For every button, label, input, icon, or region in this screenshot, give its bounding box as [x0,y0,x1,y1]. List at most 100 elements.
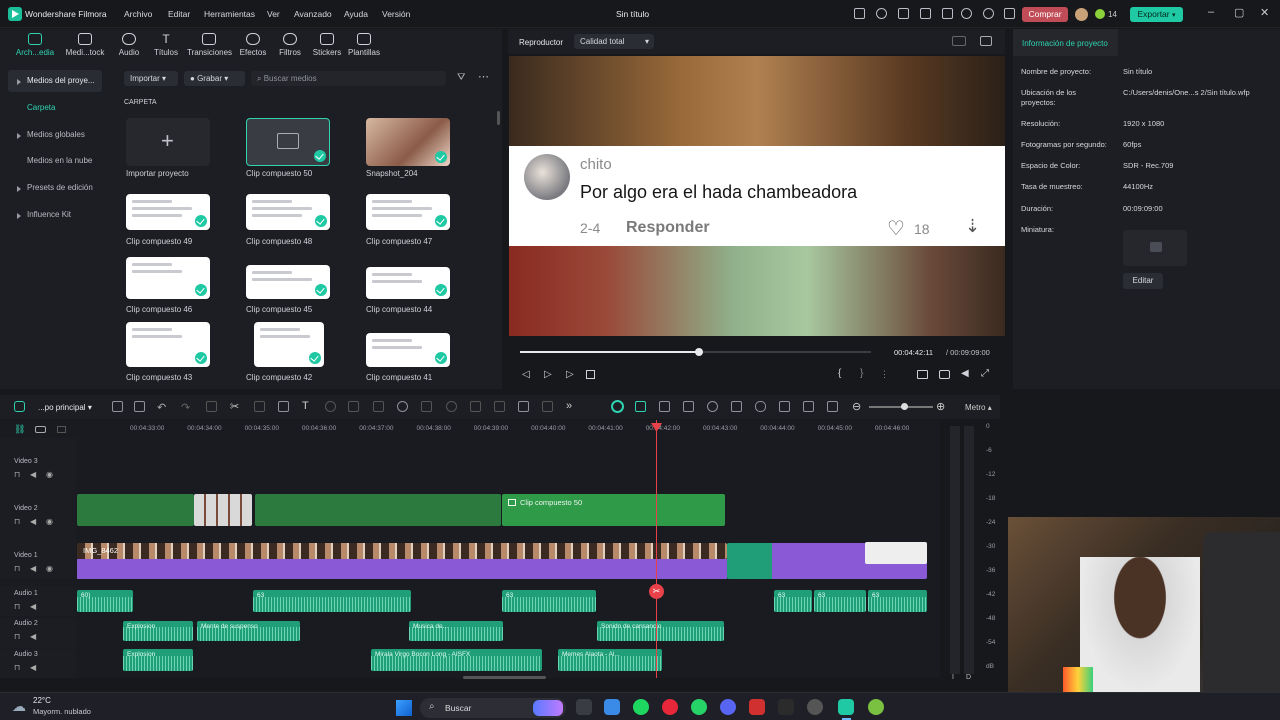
playhead[interactable] [656,420,657,678]
sidebar-item-influence-kit[interactable]: Influence Kit [8,204,102,226]
play-pause-icon[interactable]: ▷ [544,369,552,380]
audio2-clip[interactable]: Mente de suspenso [197,621,300,641]
discord-icon[interactable] [720,699,736,715]
audio1-clip[interactable]: 63 [868,590,927,612]
color-icon[interactable] [325,401,336,412]
taskbar-search[interactable]: ⌕ Buscar [420,698,566,718]
link-icon[interactable]: ⛓ [14,424,25,435]
zoom-in-icon[interactable]: ⊕ [936,400,945,413]
mark-out-icon[interactable]: } [860,368,863,379]
prev-frame-icon[interactable]: ◁ [522,369,530,380]
media-tile[interactable] [366,194,450,230]
minimize-icon[interactable]: – [1208,6,1214,18]
menu-ayuda[interactable]: Ayuda [344,9,368,19]
zoom-handle[interactable] [901,403,908,410]
close-icon[interactable]: ✕ [1260,6,1269,19]
media-tile[interactable] [246,194,330,230]
timeline-scrollbar[interactable] [463,676,546,679]
menu-avanzado[interactable]: Avanzado [294,9,332,19]
mark-in-icon[interactable]: { [838,368,841,379]
media-tile[interactable] [366,333,450,367]
compare-icon[interactable] [952,36,966,46]
eye-icon[interactable]: ◉ [46,470,53,479]
video2-clip[interactable] [194,494,252,526]
tool-stock[interactable]: Medi...tock [63,33,107,57]
stop-icon[interactable] [586,370,595,379]
stabilize-icon[interactable] [421,401,432,412]
media-tile[interactable] [254,322,324,367]
home-icon[interactable] [14,401,25,412]
crop-icon[interactable] [254,401,265,412]
sidebar-item-cloud-media[interactable]: Medios en la nube [8,150,102,172]
edit-thumbnail-button[interactable]: Editar [1123,273,1163,289]
video2-clip[interactable] [255,494,501,526]
menu-archivo[interactable]: Archivo [124,9,152,19]
audio3-clip[interactable]: Mirala Virgo Bocon Long - AISFX [371,649,542,671]
split-marker-icon[interactable]: ✂ [649,584,664,599]
snapshot-icon[interactable] [980,36,992,46]
mask-icon[interactable] [373,401,384,412]
menu-editar[interactable]: Editar [168,9,190,19]
search-box[interactable]: ⌕ Buscar medios [251,71,446,86]
volume-icon[interactable]: ◀ [30,663,36,672]
camera-icon[interactable] [939,370,950,379]
tab-player[interactable]: Reproductor [519,38,563,47]
eye-icon[interactable]: ◉ [46,564,53,573]
layout-icon[interactable] [827,401,838,412]
avatar[interactable] [1075,8,1088,21]
opera-icon[interactable] [662,699,678,715]
cloud-icon[interactable] [961,8,972,19]
scrollbar[interactable] [497,111,500,125]
record-dropdown[interactable]: ● Grabar ▾ [184,71,245,86]
volume-icon[interactable]: ◀ [961,368,969,379]
track-settings-icon[interactable] [35,426,46,433]
fullscreen-icon[interactable]: ⤢ [981,368,989,379]
text-icon[interactable]: T [302,400,309,412]
audio1-clip[interactable]: 63 [774,590,812,612]
import-dropdown[interactable]: Importar ▾ [124,71,178,86]
menu-herramientas[interactable]: Herramientas [204,9,255,19]
audio2-clip[interactable]: Musica de... [409,621,503,641]
tracking-icon[interactable] [470,401,481,412]
volume-icon[interactable]: ◀ [30,517,36,526]
monitor-icon[interactable] [920,8,931,19]
weather-icon[interactable]: ☁ [12,698,26,715]
play-icon[interactable]: ▷ [566,369,574,380]
media-tile[interactable] [126,194,210,230]
quality-select[interactable]: Calidad total ▾ [574,34,654,49]
tool-templates[interactable]: Plantillas [342,33,386,57]
sidebar-item-edit-presets[interactable]: Presets de edición [8,177,102,199]
audio-mix-icon[interactable] [779,401,790,412]
audio2-clip[interactable]: Sonido de cansancio [597,621,724,641]
zoom-slider[interactable] [869,403,933,410]
split-icon[interactable]: ✂ [230,400,239,413]
audio3-clip[interactable]: Memes Alaota - Al... [558,649,662,671]
audio1-clip[interactable]: 63 [502,590,596,612]
lock-icon[interactable]: ⊓ [14,517,20,526]
video2-clip-compuesto[interactable]: Clip compuesto 50 [502,494,725,526]
app-icon[interactable] [868,699,884,715]
tab-project-info[interactable]: Información de proyecto [1013,29,1118,56]
lock-icon[interactable]: ⊓ [14,602,20,611]
audio3-clip[interactable]: Explosion [123,649,193,671]
zoom-out-icon[interactable]: ⊖ [852,400,861,413]
volume-icon[interactable]: ◀ [30,602,36,611]
delete-icon[interactable] [206,401,217,412]
video-frame[interactable]: chito Por algo era el hada chambeadora 2… [509,56,1005,336]
volume-icon[interactable]: ◀ [30,470,36,479]
lock-icon[interactable]: ⊓ [14,663,20,672]
export-button[interactable]: Exportar ▾ [1130,7,1183,22]
lock-icon[interactable]: ⊓ [14,564,20,573]
media-app-icon[interactable] [749,699,765,715]
image-icon[interactable] [803,401,814,412]
auto-ripple-icon[interactable] [635,401,646,412]
add-track-icon[interactable] [57,426,66,433]
notepad-icon[interactable] [604,699,620,715]
tool-titles[interactable]: T Títulos [144,33,188,57]
video2-clip[interactable] [77,494,194,526]
audio1-clip[interactable]: 63 [814,590,866,612]
layout-icon[interactable] [1004,8,1015,19]
select-icon[interactable] [134,401,145,412]
more-icon[interactable]: ⋯ [478,70,489,83]
play-range-icon[interactable] [707,401,718,412]
